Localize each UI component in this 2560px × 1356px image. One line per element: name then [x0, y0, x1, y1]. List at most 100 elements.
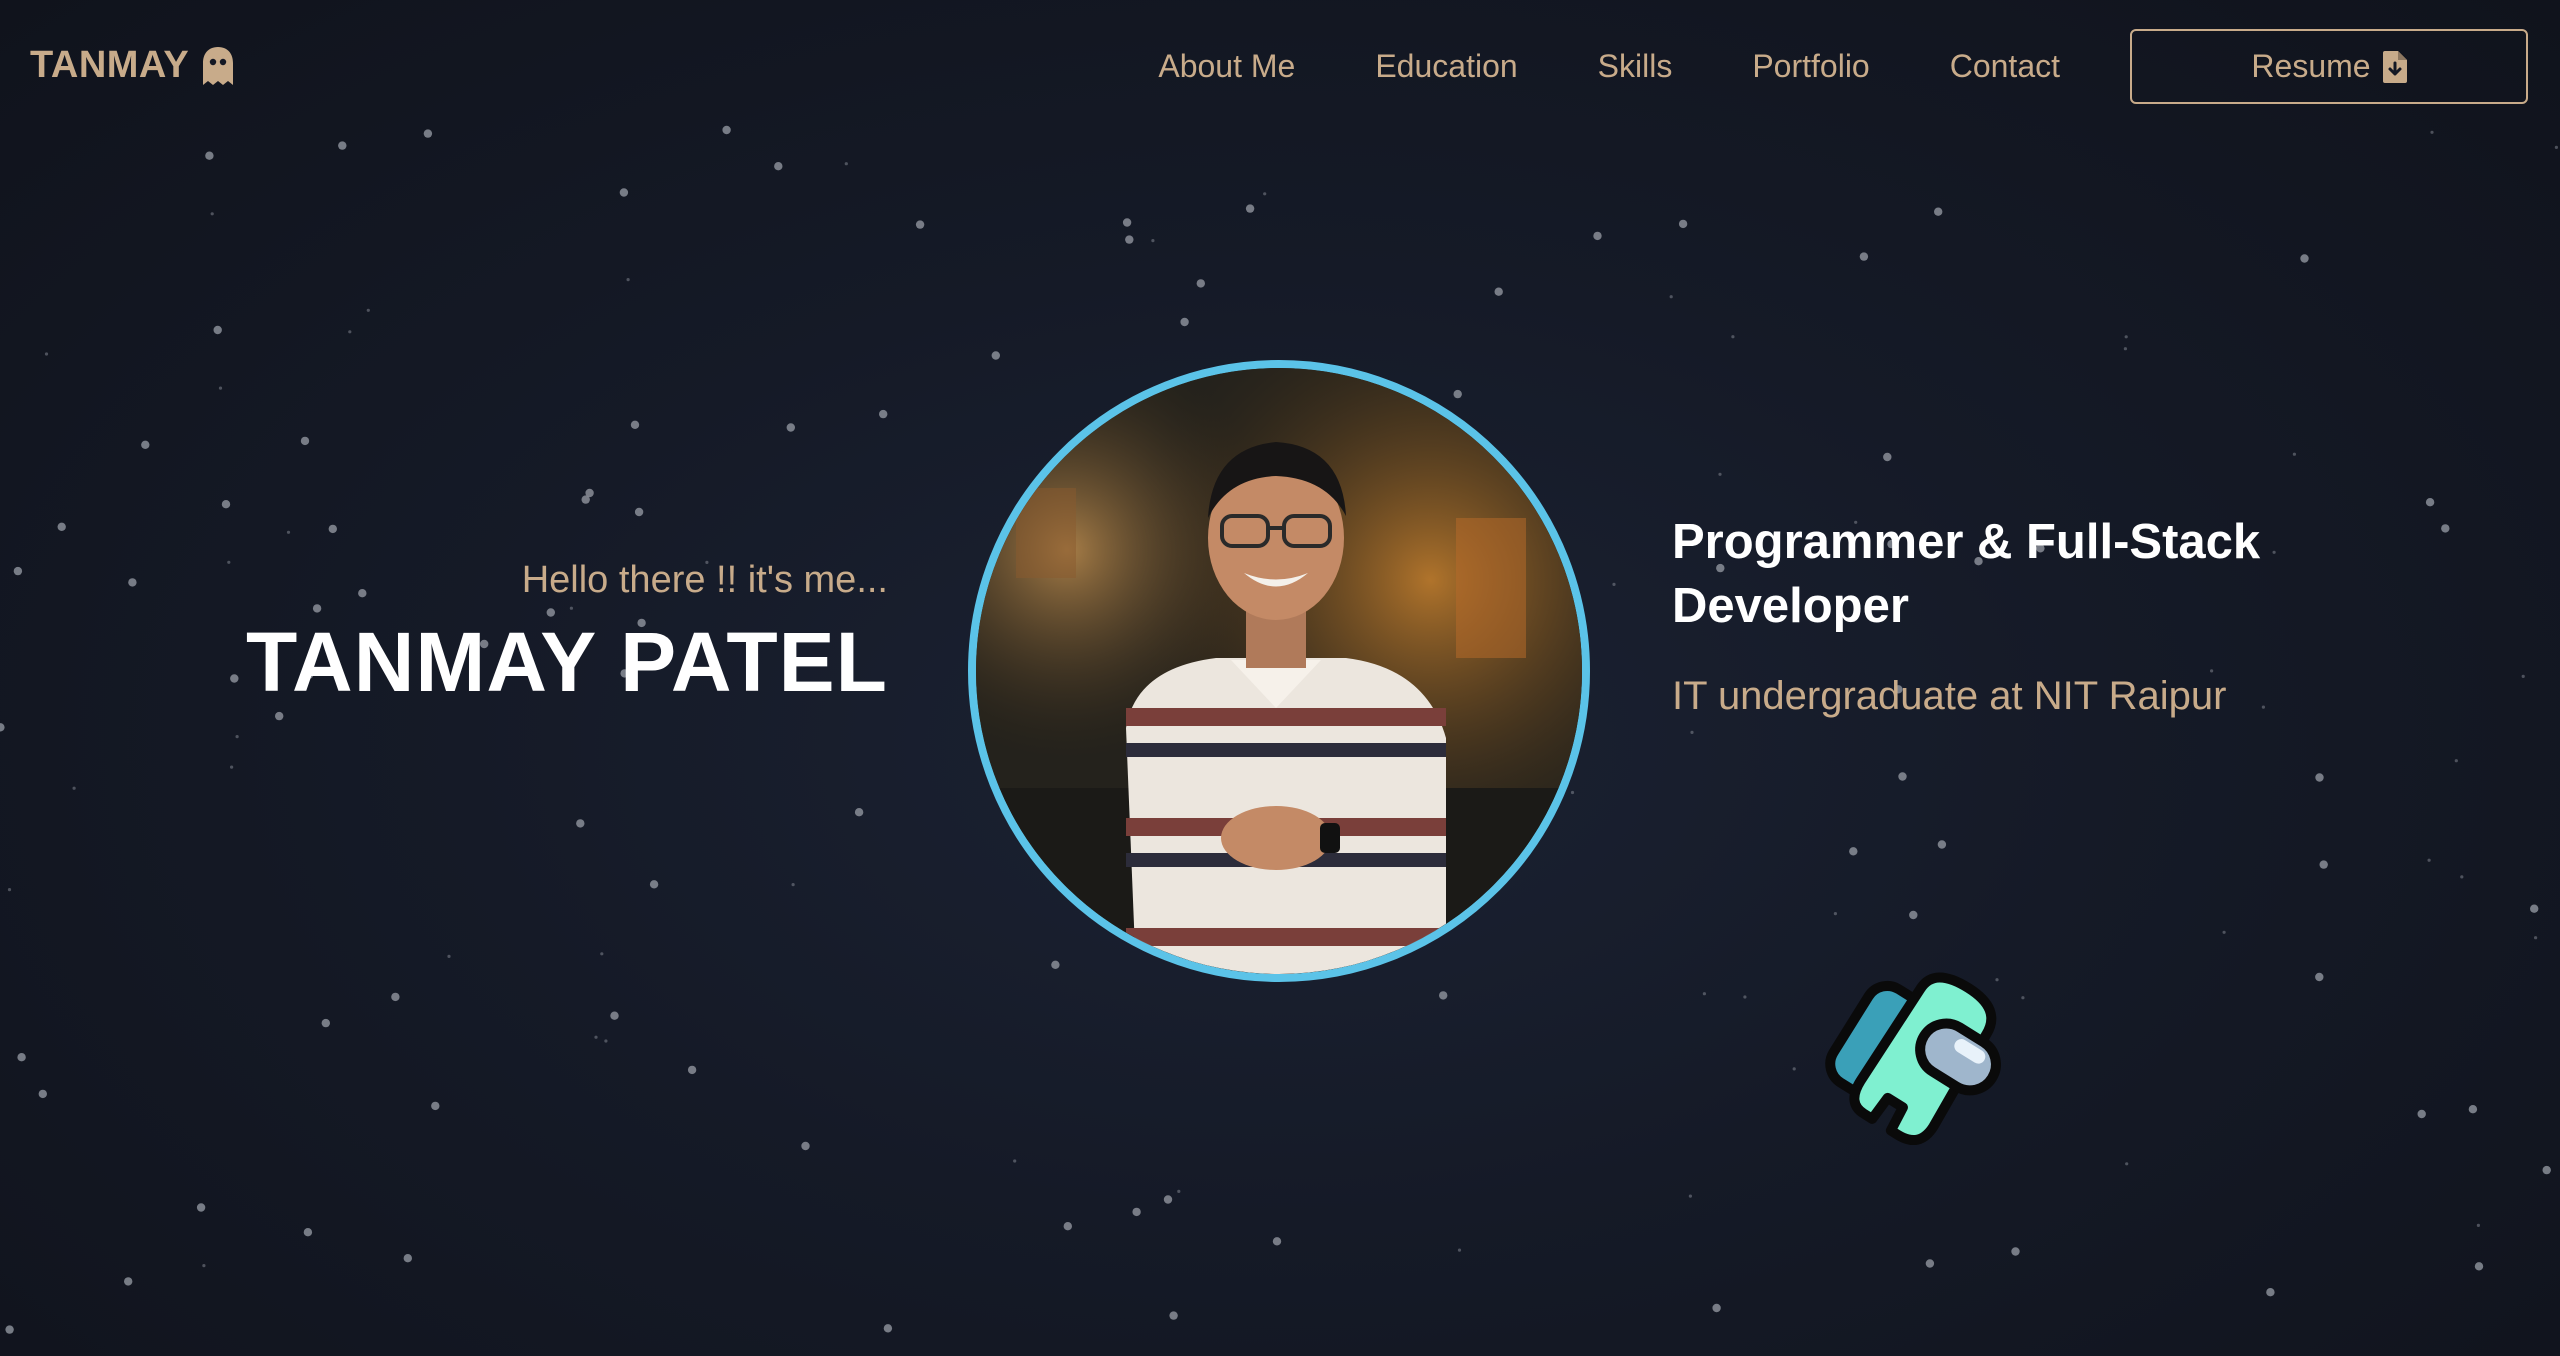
star-dot: [72, 786, 76, 790]
star-dot: [1439, 991, 1448, 1000]
star-dot: [38, 1089, 47, 1099]
resume-button[interactable]: Resume: [2130, 29, 2528, 104]
star-dot: [1177, 1189, 1181, 1193]
star-dot: [786, 423, 795, 432]
star-dot: [1934, 207, 1943, 216]
file-download-icon: [2382, 50, 2407, 83]
star-dot: [634, 507, 644, 517]
star-dot: [221, 500, 231, 509]
star-dot: [649, 880, 659, 889]
nav-link-about-me[interactable]: About Me: [1158, 48, 1295, 85]
star-dot: [1457, 1248, 1462, 1252]
star-dot: [1925, 1259, 1935, 1268]
role-subtitle: IT undergraduate at NIT Raipur: [1672, 674, 2227, 718]
star-dot: [2534, 936, 2538, 940]
star-dot: [604, 1039, 608, 1043]
star-dot: [1196, 279, 1206, 288]
nav-links: About Me Education Skills Portfolio Cont…: [1158, 48, 2060, 85]
nav-link-contact[interactable]: Contact: [1950, 48, 2060, 85]
star-dot: [879, 409, 888, 419]
logo[interactable]: TANMAY: [30, 44, 235, 87]
page: TANMAY About Me Education Skills Portfol…: [0, 0, 2560, 1356]
star-dot: [447, 954, 451, 959]
star-dot: [300, 436, 310, 446]
nav-link-portfolio[interactable]: Portfolio: [1752, 48, 1869, 85]
star-dot: [328, 524, 337, 534]
star-dot: [626, 278, 630, 282]
star-dot: [286, 530, 291, 534]
star-dot: [0, 723, 5, 732]
star-dot: [1051, 960, 1060, 969]
star-dot: [2530, 904, 2539, 913]
ghost-icon: [203, 46, 234, 85]
star-dot: [391, 992, 400, 1002]
star-dot: [1937, 840, 1947, 849]
star-dot: [1833, 912, 1837, 916]
star-dot: [1731, 335, 1735, 339]
star-dot: [1125, 235, 1134, 244]
star-dot: [338, 141, 347, 150]
star-dot: [2441, 524, 2450, 533]
star-dot: [218, 386, 223, 390]
star-dot: [600, 952, 604, 956]
star-dot: [619, 188, 629, 197]
profile-photo: [968, 360, 1590, 982]
profile-photo-illustration: [976, 368, 1582, 974]
star-dot: [2124, 335, 2128, 339]
star-dot: [2417, 1109, 2426, 1119]
star-dot: [403, 1254, 412, 1263]
star-dot: [1132, 1207, 1141, 1217]
star-dot: [1013, 1159, 1017, 1163]
star-dot: [141, 440, 150, 449]
star-dot: [196, 1203, 206, 1212]
star-dot: [2427, 858, 2431, 862]
star-dot: [1702, 992, 1706, 996]
star-dot: [205, 151, 214, 160]
star-dot: [17, 1053, 26, 1062]
star-dot: [1151, 239, 1155, 243]
star-dot: [2425, 498, 2435, 507]
star-dot: [2315, 972, 2324, 982]
star-dot: [2125, 1162, 2129, 1166]
star-dot: [581, 495, 590, 504]
star-dot: [1169, 1311, 1178, 1320]
star-dot: [5, 1325, 14, 1334]
star-dot: [366, 308, 370, 312]
star-dot: [1712, 1303, 1721, 1313]
star-dot: [1612, 582, 1616, 587]
star-dot: [1593, 231, 1602, 241]
hero-role: Programmer & Full-Stack Developer IT und…: [1672, 510, 2352, 722]
star-dot: [1494, 287, 1503, 296]
star-dot: [213, 325, 222, 335]
star-dot: [2222, 930, 2226, 934]
star-dot: [2319, 860, 2328, 869]
star-dot: [844, 162, 848, 166]
star-dot: [1898, 772, 1907, 781]
star-dot: [1163, 1195, 1173, 1204]
star-dot: [687, 1065, 697, 1075]
logo-text: TANMAY: [30, 44, 190, 86]
star-dot: [1272, 1237, 1282, 1246]
star-dot: [202, 1264, 206, 1268]
star-dot: [1792, 1067, 1796, 1071]
star-dot: [1743, 995, 1747, 999]
star-dot: [44, 352, 49, 356]
star-dot: [431, 1101, 440, 1111]
star-dot: [128, 578, 137, 587]
star-dot: [1180, 317, 1189, 327]
star-dot: [2123, 347, 2127, 351]
star-dot: [2266, 1288, 2275, 1297]
nav-link-education[interactable]: Education: [1375, 48, 1517, 85]
star-dot: [801, 1141, 810, 1151]
star-dot: [210, 212, 214, 216]
star-dot: [1063, 1222, 1073, 1231]
star-dot: [348, 330, 352, 334]
star-dot: [1718, 472, 1722, 476]
nav-link-skills[interactable]: Skills: [1598, 48, 1673, 85]
star-dot: [275, 711, 284, 721]
star-dot: [1263, 192, 1267, 196]
star-dot: [991, 351, 1000, 360]
star-dot: [2521, 674, 2525, 679]
star-dot: [1570, 790, 1575, 795]
star-dot: [2300, 254, 2309, 263]
